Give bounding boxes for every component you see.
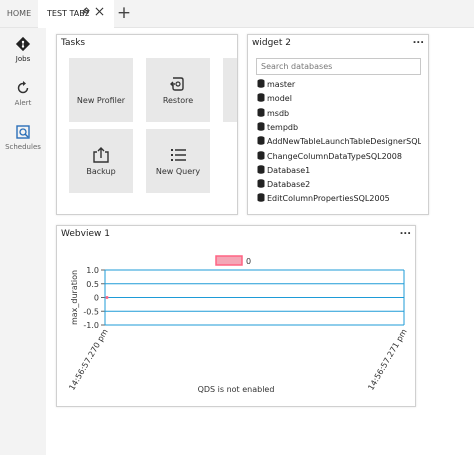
database-list-item[interactable]: model xyxy=(257,93,421,103)
pin-icon[interactable] xyxy=(81,0,90,28)
sidebar-item-jobs[interactable]: Jobs xyxy=(0,32,46,76)
y-tick-label: 1.0 xyxy=(86,266,99,275)
backup-tile[interactable]: Backup xyxy=(69,129,133,193)
sidebar-item-label: Jobs xyxy=(15,55,31,63)
sidebar-item-label: Alert xyxy=(14,99,32,107)
sidebar-item-label: Schedules xyxy=(5,143,41,151)
new-query-tile[interactable]: New Query xyxy=(146,129,210,193)
tab-bar: HOME TEST TAB2 + xyxy=(0,0,474,28)
sidebar-item-schedules[interactable]: Schedules xyxy=(0,120,46,164)
y-axis-label: max_duration xyxy=(70,270,79,325)
y-tick-label: 0 xyxy=(94,294,99,303)
database-list-item[interactable]: tempdb xyxy=(257,122,421,132)
sidebar-item-alert[interactable]: Alert xyxy=(0,76,46,120)
legend-label: 0 xyxy=(246,257,251,266)
y-tick-label: -1.0 xyxy=(83,321,99,330)
database-list-item[interactable]: AddNewTableLaunchTableDesignerSQL2 xyxy=(257,136,421,146)
y-tick-label: -0.5 xyxy=(83,307,99,316)
database-icon xyxy=(257,93,265,102)
tasks-widget: Tasks New Profiler Restore Backup New Qu… xyxy=(56,34,238,215)
tile-label: Restore xyxy=(162,96,194,105)
data-point[interactable] xyxy=(105,296,109,299)
database-icon xyxy=(257,165,265,174)
database-list-item[interactable]: msdb xyxy=(257,107,421,118)
database-list-item[interactable]: master xyxy=(257,79,421,89)
schedules-icon xyxy=(15,124,31,140)
close-icon[interactable] xyxy=(95,0,104,28)
sidebar: Jobs Alert Schedules xyxy=(0,28,46,455)
database-name: tempdb xyxy=(267,122,299,132)
partial-tile[interactable] xyxy=(223,58,237,122)
database-icon xyxy=(257,122,265,131)
database-name: msdb xyxy=(267,108,290,118)
database-icon xyxy=(257,150,265,160)
database-name: Database2 xyxy=(267,180,311,190)
tile-label: New Profiler xyxy=(76,96,126,105)
x-tick-label: 14:56:57.270 pm xyxy=(67,327,109,392)
duration-chart: 0 1.0 0.5 0 -0.5 -1.0 max_duration 14:56:57.270… xyxy=(67,255,409,392)
tab-test-tab2[interactable]: TEST TAB2 xyxy=(38,0,114,28)
more-options-button[interactable]: ... xyxy=(413,35,424,46)
x-tick-label: 14:56:57.271 pm xyxy=(366,327,408,392)
widget-title: widget 2 xyxy=(252,38,291,48)
database-name: EditColumnPropertiesSQL2005 xyxy=(267,194,390,204)
database-name: AddNewTableLaunchTableDesignerSQL2 xyxy=(267,137,421,147)
database-name: model xyxy=(267,94,292,104)
chart-footer: QDS is not enabled xyxy=(197,385,275,394)
databases-widget: widget 2 ... Search databases master mode… xyxy=(247,34,429,215)
search-databases-input[interactable]: Search databases xyxy=(256,58,421,75)
database-name: Database1 xyxy=(267,165,311,175)
new-tab-button[interactable]: + xyxy=(116,3,132,23)
webview-widget: Webview 1 ... 0 1.0 0.5 0 -0.5 -1.0 max_durati… xyxy=(56,225,416,407)
restore-tile[interactable]: Restore xyxy=(146,58,210,122)
database-icon xyxy=(257,193,265,203)
database-icon xyxy=(257,79,265,88)
database-name: master xyxy=(267,80,296,89)
database-list-item[interactable]: Database1 xyxy=(257,165,421,175)
database-name: ChangeColumnDataTypeSQL2008 xyxy=(267,151,402,161)
tile-label: Backup xyxy=(86,167,116,176)
legend-swatch[interactable] xyxy=(215,255,243,266)
database-icon xyxy=(257,179,265,188)
database-icon xyxy=(257,107,265,117)
widget-title: Tasks xyxy=(61,38,86,48)
new-profiler-tile[interactable]: New Profiler xyxy=(69,58,133,122)
database-list-item[interactable]: ChangeColumnDataTypeSQL2008 xyxy=(257,150,421,161)
tab-home[interactable]: HOME xyxy=(0,0,38,28)
alert-icon xyxy=(15,80,31,96)
tile-label: New Query xyxy=(155,167,201,176)
database-list-item[interactable]: Database2 xyxy=(257,179,421,189)
database-icon xyxy=(257,136,265,145)
jobs-icon xyxy=(15,36,31,52)
y-tick-label: 0.5 xyxy=(86,280,99,289)
database-list-item[interactable]: EditColumnPropertiesSQL2005 xyxy=(257,193,421,203)
